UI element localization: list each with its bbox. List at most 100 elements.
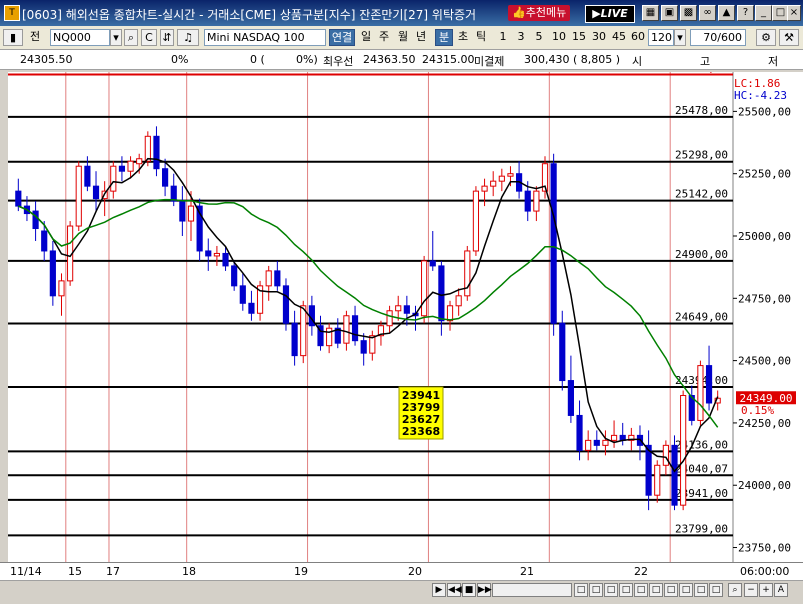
candle-body-65 bbox=[576, 414, 583, 451]
candle-body-57 bbox=[507, 173, 514, 177]
x-label-2: 17 bbox=[106, 565, 120, 578]
plus-icon[interactable]: + bbox=[759, 583, 773, 597]
window-4-icon[interactable]: □ bbox=[619, 583, 633, 597]
window-9-icon[interactable]: □ bbox=[694, 583, 708, 597]
zoom-icon[interactable]: ⌕ bbox=[728, 583, 742, 597]
fast-back-icon[interactable]: ◀◀ bbox=[447, 583, 462, 597]
level-label-1: 25478,00 bbox=[675, 104, 728, 117]
period-tab-6[interactable]: 초 bbox=[455, 29, 471, 46]
period-tab-7[interactable]: 틱 bbox=[473, 29, 489, 46]
search-icon[interactable]: ⌕ bbox=[124, 29, 138, 46]
stop-icon[interactable]: ■ bbox=[462, 583, 476, 597]
change-pct: 0%) bbox=[296, 53, 318, 66]
chevron-down-icon[interactable]: ▾ bbox=[110, 29, 122, 46]
x-label-7: 22 bbox=[634, 565, 648, 578]
low-label: 저 bbox=[768, 55, 779, 68]
level-label-2: 25298,00 bbox=[675, 149, 728, 162]
window-1-icon[interactable]: □ bbox=[574, 583, 588, 597]
change-value: 0 ( bbox=[250, 53, 265, 66]
window-6-icon[interactable]: □ bbox=[649, 583, 663, 597]
candle-body-67 bbox=[593, 439, 600, 446]
candle-body-53 bbox=[472, 190, 480, 252]
live-label: LIVE bbox=[600, 7, 628, 20]
candle-body-20 bbox=[187, 205, 195, 222]
c-icon[interactable]: C bbox=[141, 29, 157, 46]
candlestick-chart[interactable]: 25648,00 25478,00 25298,00 25142,00 24900,00… bbox=[8, 72, 803, 562]
candle-body-49 bbox=[438, 265, 445, 322]
candle-body-52 bbox=[464, 250, 471, 297]
candle-body-69 bbox=[610, 434, 618, 441]
candle-body-43 bbox=[386, 310, 393, 327]
interval-5[interactable]: 30 bbox=[590, 29, 608, 46]
candle-body-4 bbox=[49, 250, 56, 297]
tools-icon[interactable]: ⚒ bbox=[779, 29, 799, 46]
level-label-4: 24900,00 bbox=[675, 248, 728, 261]
time-axis: 11/14 15 17 18 19 20 21 22 06:00:00 bbox=[0, 562, 803, 580]
tick-label-2: 25000,00 bbox=[738, 230, 791, 243]
chart-icon[interactable]: ▲ bbox=[718, 5, 735, 21]
app-icon: T bbox=[4, 5, 20, 21]
help-icon[interactable]: ? bbox=[737, 5, 754, 21]
lock-icon[interactable]: ▮ bbox=[3, 29, 23, 46]
candle-body-29 bbox=[265, 270, 272, 287]
interval-0[interactable]: 1 bbox=[496, 29, 510, 46]
scroll-track[interactable] bbox=[492, 583, 572, 597]
interval-3[interactable]: 10 bbox=[550, 29, 568, 46]
speaker-icon[interactable]: ♫ bbox=[177, 29, 199, 46]
window-3-icon[interactable]: □ bbox=[604, 583, 618, 597]
period-tab-3[interactable]: 월 bbox=[395, 29, 411, 46]
chevron-down-icon-interval[interactable]: ▾ bbox=[674, 29, 686, 46]
candle-body-23 bbox=[213, 252, 220, 257]
updown-icon[interactable]: ⇵ bbox=[160, 29, 174, 46]
window-5-icon[interactable]: □ bbox=[634, 583, 648, 597]
open-label: 시 bbox=[632, 55, 643, 68]
window-8-icon[interactable]: □ bbox=[679, 583, 693, 597]
font-size-icon[interactable]: A bbox=[774, 583, 788, 597]
period-tab-2[interactable]: 주 bbox=[376, 29, 392, 46]
candle-body-40 bbox=[360, 340, 367, 354]
period-tab-1[interactable]: 일 bbox=[358, 29, 374, 46]
recommend-menu-button[interactable]: 👍추천메뉴 bbox=[508, 5, 571, 21]
print-icon[interactable]: ▩ bbox=[680, 5, 697, 21]
candle-body-39 bbox=[351, 315, 359, 342]
candle-body-51 bbox=[455, 295, 462, 307]
scroll-right-icon[interactable]: ▶ bbox=[432, 583, 446, 597]
candle-body-17 bbox=[162, 168, 169, 187]
chart-scrollbar[interactable]: ▶ ◀◀ ■ ▶▶ □ □ □ □ □ □ □ □ □ □ ⌕ − + A bbox=[0, 580, 803, 598]
interval-1[interactable]: 3 bbox=[514, 29, 528, 46]
window-10-icon[interactable]: □ bbox=[709, 583, 723, 597]
interval-7[interactable]: 60 bbox=[629, 29, 647, 46]
level-label-3: 25142,00 bbox=[675, 188, 728, 201]
fast-forward-icon[interactable]: ▶▶ bbox=[477, 583, 492, 597]
tick-label-6: 24000,00 bbox=[738, 479, 791, 492]
candle-body-33 bbox=[300, 305, 307, 357]
window-7-icon[interactable]: □ bbox=[664, 583, 678, 597]
interval-8[interactable]: 120 bbox=[648, 29, 674, 46]
window-titlebar: T [0603] 해외선옵 종합차트-실시간 - 거래소[CME] 상품구분[지… bbox=[0, 0, 803, 26]
candle-body-54 bbox=[481, 185, 488, 192]
grid-icon[interactable]: ▦ bbox=[642, 5, 659, 21]
period-tab-5[interactable]: 분 bbox=[435, 29, 453, 46]
close-icon[interactable]: × bbox=[787, 5, 801, 21]
candle-body-9 bbox=[92, 185, 100, 200]
settings-icon[interactable]: ⚙ bbox=[756, 29, 776, 46]
candle-body-47 bbox=[421, 260, 428, 317]
minus-icon[interactable]: − bbox=[744, 583, 758, 597]
time-readout: 06:00:00 bbox=[740, 565, 790, 578]
play-icon: ▶ bbox=[592, 7, 601, 20]
period-tab-0[interactable]: 연결 bbox=[329, 29, 355, 46]
candle-body-36 bbox=[326, 327, 333, 347]
count-field[interactable]: 70/600 bbox=[690, 29, 746, 46]
candle-body-26 bbox=[239, 285, 246, 304]
interval-6[interactable]: 45 bbox=[610, 29, 628, 46]
window-2-icon[interactable]: □ bbox=[589, 583, 603, 597]
link-icon[interactable]: ∞ bbox=[699, 5, 716, 21]
prev-label[interactable]: 전 bbox=[26, 29, 44, 46]
symbol-input[interactable]: NQ000 bbox=[50, 29, 110, 46]
window-icon[interactable]: ▣ bbox=[661, 5, 678, 21]
live-button[interactable]: ▶LIVE bbox=[585, 5, 635, 23]
interval-2[interactable]: 5 bbox=[532, 29, 546, 46]
period-tab-4[interactable]: 년 bbox=[413, 29, 429, 46]
interval-4[interactable]: 15 bbox=[570, 29, 588, 46]
minimize-icon[interactable]: _ bbox=[755, 5, 772, 21]
